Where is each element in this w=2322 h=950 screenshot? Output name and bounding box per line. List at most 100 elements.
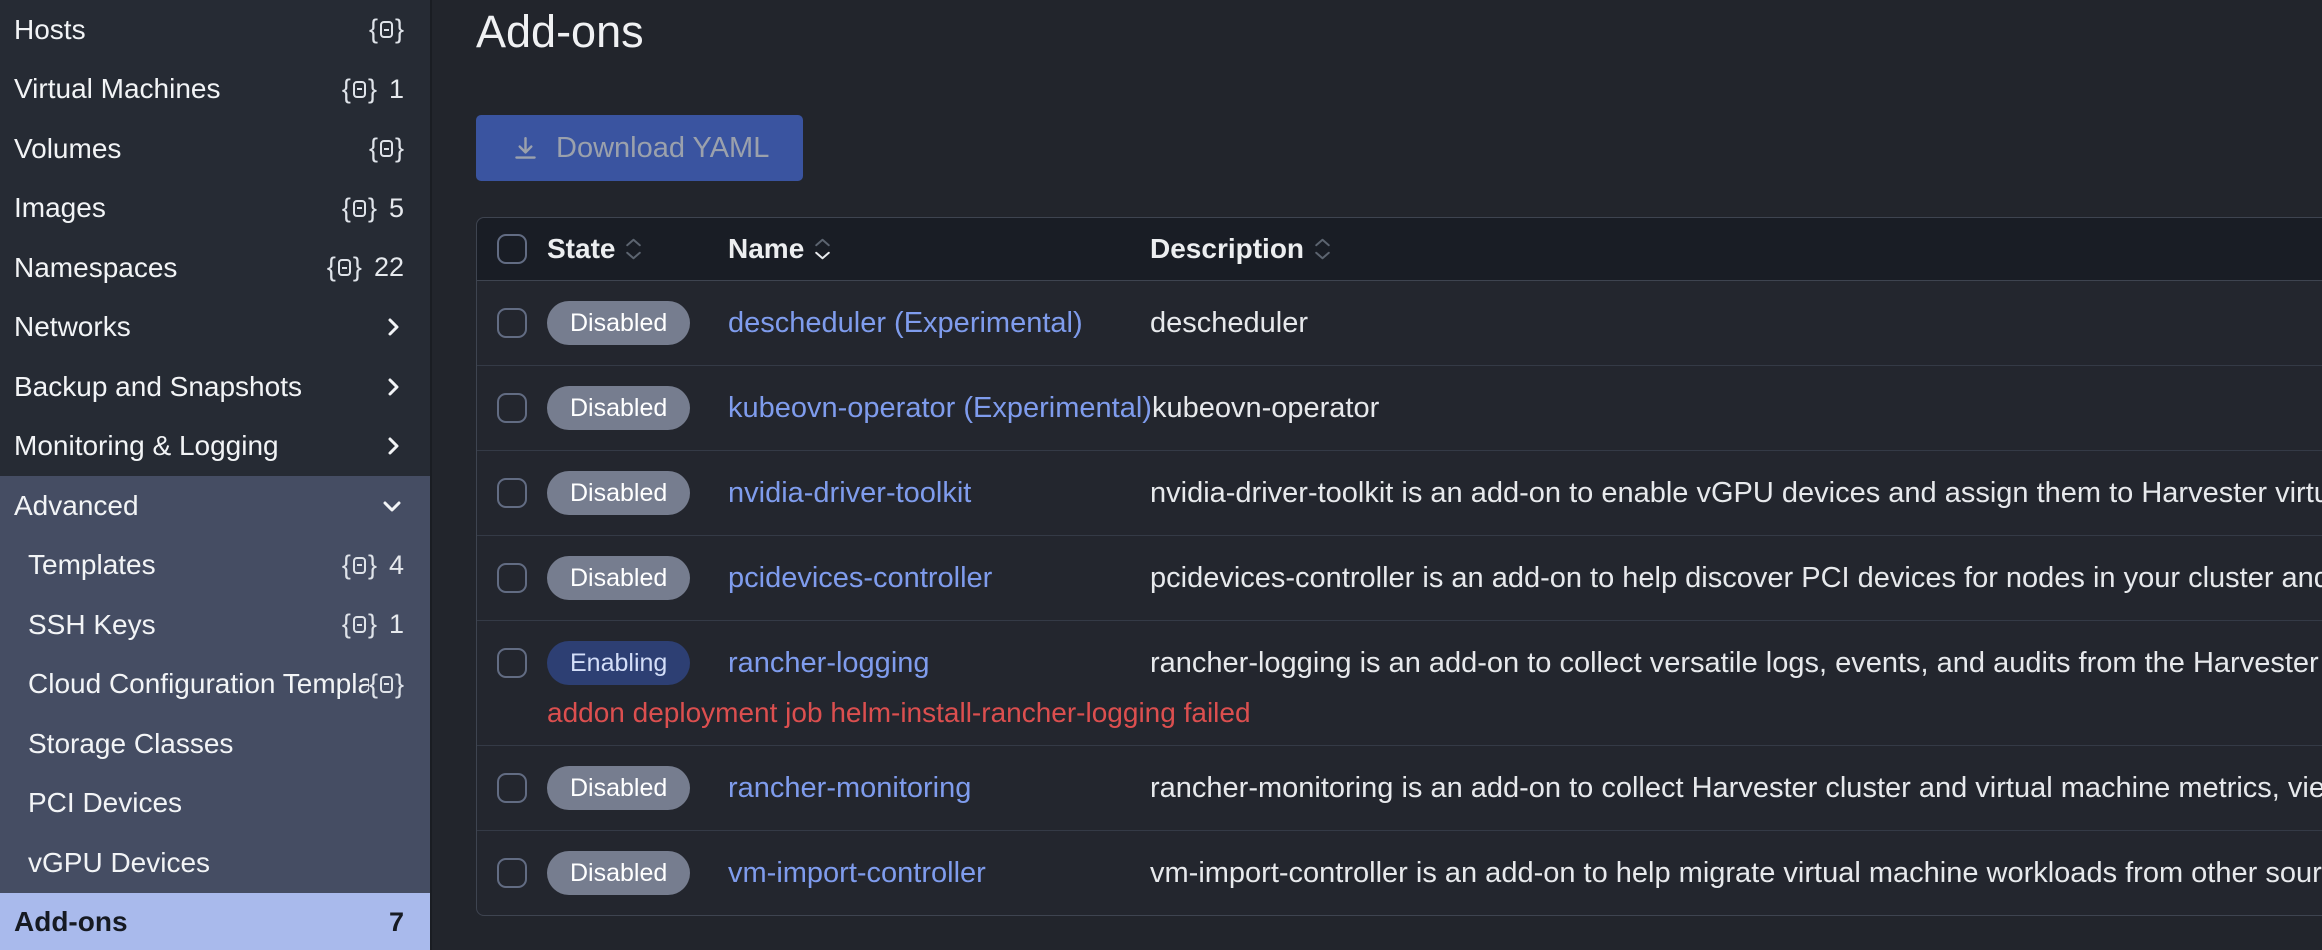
table-row-nvidia-driver-toolkit[interactable]: Disabled nvidia-driver-toolkit nvidia-driv… bbox=[477, 451, 2322, 536]
addon-description: descheduler bbox=[1150, 307, 1308, 340]
sidebar-item-label: Hosts bbox=[14, 14, 369, 46]
sidebar-item-storage-classes[interactable]: Storage Classes bbox=[0, 714, 430, 774]
resource-count: {} bbox=[369, 135, 404, 162]
chevron-right-icon[interactable] bbox=[384, 376, 404, 398]
count-icon: {} bbox=[327, 254, 362, 281]
sidebar-item-vgpu-devices[interactable]: vGPU Devices bbox=[0, 833, 430, 893]
count-icon: {} bbox=[369, 16, 404, 43]
table-row-rancher-logging[interactable]: Enablingrancher-logging rancher-logging i… bbox=[477, 621, 2322, 746]
sidebar-item-label: PCI Devices bbox=[28, 787, 404, 819]
sidebar-item-templates[interactable]: Templates{}4 bbox=[0, 536, 430, 596]
state-cell: Disabled bbox=[547, 386, 728, 430]
sidebar-item-label: vGPU Devices bbox=[28, 847, 404, 879]
description-cell: rancher-logging is an add-on to collect … bbox=[1150, 647, 2322, 680]
resource-count-value: 5 bbox=[389, 193, 404, 224]
resource-count: {} 5 bbox=[342, 193, 404, 224]
column-header-label: Name bbox=[728, 233, 804, 265]
sort-icon[interactable] bbox=[625, 238, 642, 260]
state-cell: Disabled bbox=[547, 471, 728, 515]
error-message: addon deployment job helm-install-ranche… bbox=[547, 697, 2322, 745]
resource-count: {} bbox=[369, 16, 404, 43]
sidebar-item-cloud-configuration-templates[interactable]: Cloud Configuration Templates{} bbox=[0, 655, 430, 715]
addon-description: rancher-monitoring is an add-on to colle… bbox=[1150, 772, 2322, 805]
sidebar-item-label: SSH Keys bbox=[28, 609, 342, 641]
sidebar-item-virtual-machines[interactable]: Virtual Machines{}1 bbox=[0, 60, 430, 120]
table-row-descheduler-experimental[interactable]: Disabled descheduler (Experimental) desche… bbox=[477, 281, 2322, 366]
addon-description: pcidevices-controller is an add-on to he… bbox=[1150, 562, 2322, 595]
description-cell: pcidevices-controller is an add-on to he… bbox=[1150, 562, 2322, 595]
addon-description: vm-import-controller is an add-on to hel… bbox=[1150, 857, 2322, 890]
sidebar-item-advanced[interactable]: Advanced bbox=[0, 476, 430, 536]
select-all-checkbox[interactable] bbox=[497, 234, 527, 264]
sidebar-item-label: Storage Classes bbox=[28, 728, 404, 760]
table-row-rancher-monitoring[interactable]: Disabledrancher-monitoring rancher-monito… bbox=[477, 746, 2322, 831]
sidebar-nav: Hosts{}Virtual Machines{}1Volumes{}Image… bbox=[0, 0, 432, 950]
sidebar-item-label: Volumes bbox=[14, 133, 369, 165]
sort-icon[interactable] bbox=[814, 238, 831, 260]
table-row-kubeovn-operator-experimental[interactable]: Disabled kubeovn-operator (Experimental)k… bbox=[477, 366, 2322, 451]
main-content: Add-ons Download YAML StateNameDescripti… bbox=[432, 0, 2322, 950]
chevron-down-icon[interactable] bbox=[380, 494, 404, 518]
table-row-main: Disabled nvidia-driver-toolkit nvidia-driv… bbox=[477, 451, 2322, 535]
chevron-right-icon[interactable] bbox=[384, 435, 404, 457]
sidebar-item-networks[interactable]: Networks bbox=[0, 298, 430, 358]
resource-count: 7 bbox=[389, 907, 404, 938]
addon-name-link[interactable]: pcidevices-controller bbox=[728, 562, 992, 595]
table-row-main: Enablingrancher-logging rancher-logging i… bbox=[477, 621, 2322, 705]
row-checkbox[interactable] bbox=[497, 648, 527, 678]
name-cell: rancher-logging bbox=[728, 647, 1150, 680]
sidebar-item-add-ons[interactable]: Add-ons7 bbox=[0, 893, 430, 950]
sidebar-item-backup-and-snapshots[interactable]: Backup and Snapshots bbox=[0, 357, 430, 417]
column-header-description: Description bbox=[1150, 233, 2322, 265]
status-badge: Disabled bbox=[547, 851, 690, 895]
sort-icon[interactable] bbox=[1314, 238, 1331, 260]
status-badge: Disabled bbox=[547, 386, 690, 430]
sidebar-item-namespaces[interactable]: Namespaces{}22 bbox=[0, 238, 430, 298]
status-badge: Disabled bbox=[547, 301, 690, 345]
addon-name-link[interactable]: nvidia-driver-toolkit bbox=[728, 477, 971, 510]
row-checkbox[interactable] bbox=[497, 393, 527, 423]
addon-description: rancher-logging is an add-on to collect … bbox=[1150, 647, 2322, 680]
addon-name-link[interactable]: descheduler (Experimental) bbox=[728, 307, 1083, 340]
name-cell: rancher-monitoring bbox=[728, 772, 1150, 805]
addon-name-link[interactable]: rancher-monitoring bbox=[728, 772, 971, 805]
state-cell: Disabled bbox=[547, 766, 728, 810]
count-icon: {} bbox=[342, 195, 377, 222]
addon-name-link[interactable]: kubeovn-operator (Experimental) bbox=[728, 392, 1152, 425]
table-row-vm-import-controller[interactable]: Disabled vm-import-controller vm-import-co… bbox=[477, 831, 2322, 915]
row-checkbox[interactable] bbox=[497, 563, 527, 593]
chevron-right-icon[interactable] bbox=[384, 316, 404, 338]
download-yaml-button[interactable]: Download YAML bbox=[476, 115, 803, 181]
description-cell: nvidia-driver-toolkit is an add-on to en… bbox=[1150, 477, 2322, 510]
addon-name-link[interactable]: vm-import-controller bbox=[728, 857, 986, 890]
state-cell: Disabled bbox=[547, 851, 728, 895]
row-checkbox-cell bbox=[477, 308, 547, 338]
sidebar-item-label: Virtual Machines bbox=[14, 73, 342, 105]
addons-table: StateNameDescription Disableddescheduler… bbox=[476, 217, 2322, 916]
table-row-main: Disabledrancher-monitoring rancher-monito… bbox=[477, 746, 2322, 830]
sidebar-item-monitoring-logging[interactable]: Monitoring & Logging bbox=[0, 417, 430, 477]
sidebar-item-volumes[interactable]: Volumes{} bbox=[0, 119, 430, 179]
addon-name-link[interactable]: rancher-logging bbox=[728, 647, 930, 680]
status-badge: Disabled bbox=[547, 556, 690, 600]
sidebar-item-ssh-keys[interactable]: SSH Keys{}1 bbox=[0, 595, 430, 655]
resource-count: {}1 bbox=[342, 74, 404, 105]
status-badge: Disabled bbox=[547, 471, 690, 515]
row-checkbox[interactable] bbox=[497, 308, 527, 338]
resource-count-value: 22 bbox=[374, 252, 404, 283]
sidebar-item-hosts[interactable]: Hosts{} bbox=[0, 0, 430, 60]
row-checkbox-cell bbox=[477, 648, 547, 678]
state-cell: Enabling bbox=[547, 641, 728, 685]
sidebar-item-pci-devices[interactable]: PCI Devices bbox=[0, 774, 430, 834]
row-checkbox[interactable] bbox=[497, 858, 527, 888]
addon-description: kubeovn-operator bbox=[1152, 392, 1379, 425]
row-checkbox[interactable] bbox=[497, 478, 527, 508]
resource-count-value: 1 bbox=[389, 74, 404, 105]
name-cell: descheduler (Experimental) bbox=[728, 307, 1150, 340]
resource-count-value: 4 bbox=[389, 550, 404, 581]
row-checkbox[interactable] bbox=[497, 773, 527, 803]
sidebar-item-images[interactable]: Images{}5 bbox=[0, 179, 430, 239]
table-row-pcidevices-controller[interactable]: Disabled pcidevices-controller pcidevices-… bbox=[477, 536, 2322, 621]
row-checkbox-cell bbox=[477, 393, 547, 423]
description-cell: vm-import-controller is an add-on to hel… bbox=[1150, 857, 2322, 890]
